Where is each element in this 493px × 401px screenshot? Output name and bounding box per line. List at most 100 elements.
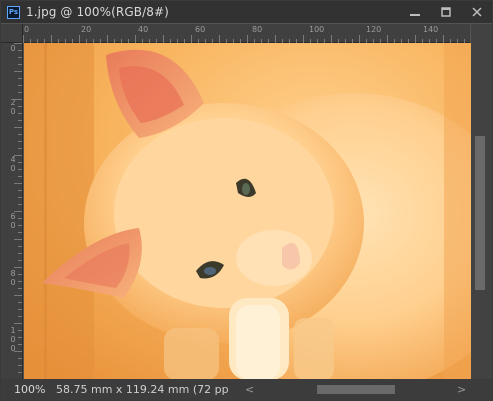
maximize-icon — [440, 7, 451, 17]
ruler-tick — [18, 218, 22, 219]
ruler-label: 1 — [10, 326, 16, 335]
ruler-tick — [18, 176, 22, 177]
ruler-tick — [18, 141, 22, 142]
status-bar: 100% 58.75 mm x 119.24 mm (72 pp < > — [1, 379, 492, 400]
ruler-tick — [18, 330, 22, 331]
close-button[interactable] — [461, 1, 492, 23]
ruler-origin[interactable] — [1, 24, 23, 43]
ruler-tick — [14, 323, 22, 324]
ruler-tick — [18, 134, 22, 135]
ruler-tick — [191, 35, 192, 43]
vertical-ruler[interactable]: 0 2 0 4 0 6 0 8 0 1 0 0 — [1, 43, 23, 381]
ruler-tick — [18, 57, 22, 58]
minimize-icon — [409, 14, 420, 16]
ruler-label: 60 — [195, 25, 206, 34]
ruler-tick — [443, 35, 444, 43]
ruler-tick — [18, 274, 22, 275]
ruler-label: 2 — [10, 98, 16, 107]
ruler-tick — [359, 35, 360, 43]
vertical-scroll-thumb[interactable] — [475, 136, 485, 290]
ruler-tick — [14, 183, 22, 184]
ruler-label: 80 — [252, 25, 263, 34]
ruler-label: 0 — [10, 164, 16, 173]
ruler-tick — [18, 113, 22, 114]
minimize-button[interactable] — [399, 1, 430, 23]
ruler-tick — [18, 204, 22, 205]
scroll-right-icon[interactable]: > — [457, 383, 466, 396]
ruler-label: 8 — [10, 269, 16, 278]
ruler-tick — [18, 169, 22, 170]
ruler-tick — [14, 295, 22, 296]
ruler-tick — [18, 246, 22, 247]
maximize-button[interactable] — [430, 1, 461, 23]
ruler-tick — [14, 351, 22, 352]
ruler-tick — [18, 281, 22, 282]
horizontal-scrollbar[interactable]: < > — [245, 383, 466, 396]
ruler-tick — [275, 35, 276, 43]
ruler-label: 0 — [24, 25, 30, 34]
ruler-label: 0 — [10, 107, 16, 116]
ruler-tick — [18, 106, 22, 107]
ruler-tick — [247, 35, 248, 43]
ruler-tick — [18, 85, 22, 86]
ruler-tick — [18, 302, 22, 303]
document-info[interactable]: 58.75 mm x 119.24 mm (72 pp — [56, 383, 232, 396]
ruler-tick — [107, 35, 108, 43]
ruler-tick — [14, 239, 22, 240]
ruler-tick — [18, 372, 22, 373]
ruler-tick — [14, 127, 22, 128]
ruler-tick — [18, 260, 22, 261]
ruler-tick — [14, 267, 22, 268]
ruler-tick — [18, 344, 22, 345]
ruler-tick — [51, 35, 52, 43]
ruler-tick — [23, 35, 24, 43]
ruler-tick — [18, 50, 22, 51]
ruler-label: 40 — [138, 25, 149, 34]
ruler-label: 0 — [10, 44, 16, 53]
ruler-tick — [303, 35, 304, 43]
ruler-tick — [18, 316, 22, 317]
scroll-left-icon[interactable]: < — [245, 383, 254, 396]
ruler-label: 120 — [366, 25, 382, 34]
ruler-tick — [14, 155, 22, 156]
ruler-tick — [18, 365, 22, 366]
ruler-tick — [18, 64, 22, 65]
ruler-tick — [135, 35, 136, 43]
document-tab-bar[interactable]: Ps 1.jpg @ 100%(RGB/8#) — [1, 1, 492, 23]
ruler-tick — [415, 35, 416, 43]
horizontal-ruler[interactable]: 0 20 40 60 80 100 120 140 — [23, 24, 470, 43]
zoom-level[interactable]: 100% — [14, 383, 56, 396]
ruler-label: 6 — [10, 212, 16, 221]
ruler-label: 100 — [309, 25, 325, 34]
ruler-label: 0 — [10, 221, 16, 230]
ruler-label: 4 — [10, 155, 16, 164]
ruler-tick — [14, 99, 22, 100]
ruler-label: 0 — [10, 278, 16, 287]
horizontal-scroll-thumb[interactable] — [317, 385, 395, 394]
ruler-tick — [18, 120, 22, 121]
ruler-tick — [18, 309, 22, 310]
ruler-tick — [219, 35, 220, 43]
ruler-label: 20 — [81, 25, 92, 34]
ruler-tick — [14, 71, 22, 72]
ruler-tick — [18, 197, 22, 198]
vertical-scrollbar[interactable] — [471, 24, 492, 381]
document-window: Ps 1.jpg @ 100%(RGB/8#) 0 20 40 60 80 10… — [0, 0, 493, 401]
document-canvas[interactable] — [24, 43, 471, 380]
ruler-tick — [387, 35, 388, 43]
photoshop-icon: Ps — [7, 5, 20, 19]
ruler-tick — [18, 232, 22, 233]
ruler-tick — [18, 225, 22, 226]
ruler-tick — [18, 358, 22, 359]
ruler-tick — [18, 288, 22, 289]
ruler-tick — [18, 78, 22, 79]
cat-photo — [24, 43, 471, 380]
ruler-tick — [331, 35, 332, 43]
ruler-tick — [18, 337, 22, 338]
document-title[interactable]: 1.jpg @ 100%(RGB/8#) — [26, 5, 169, 19]
ruler-tick — [79, 35, 80, 43]
ruler-label: 0 — [10, 335, 16, 344]
ruler-tick — [18, 148, 22, 149]
ruler-tick — [163, 35, 164, 43]
ruler-label: 140 — [423, 25, 439, 34]
